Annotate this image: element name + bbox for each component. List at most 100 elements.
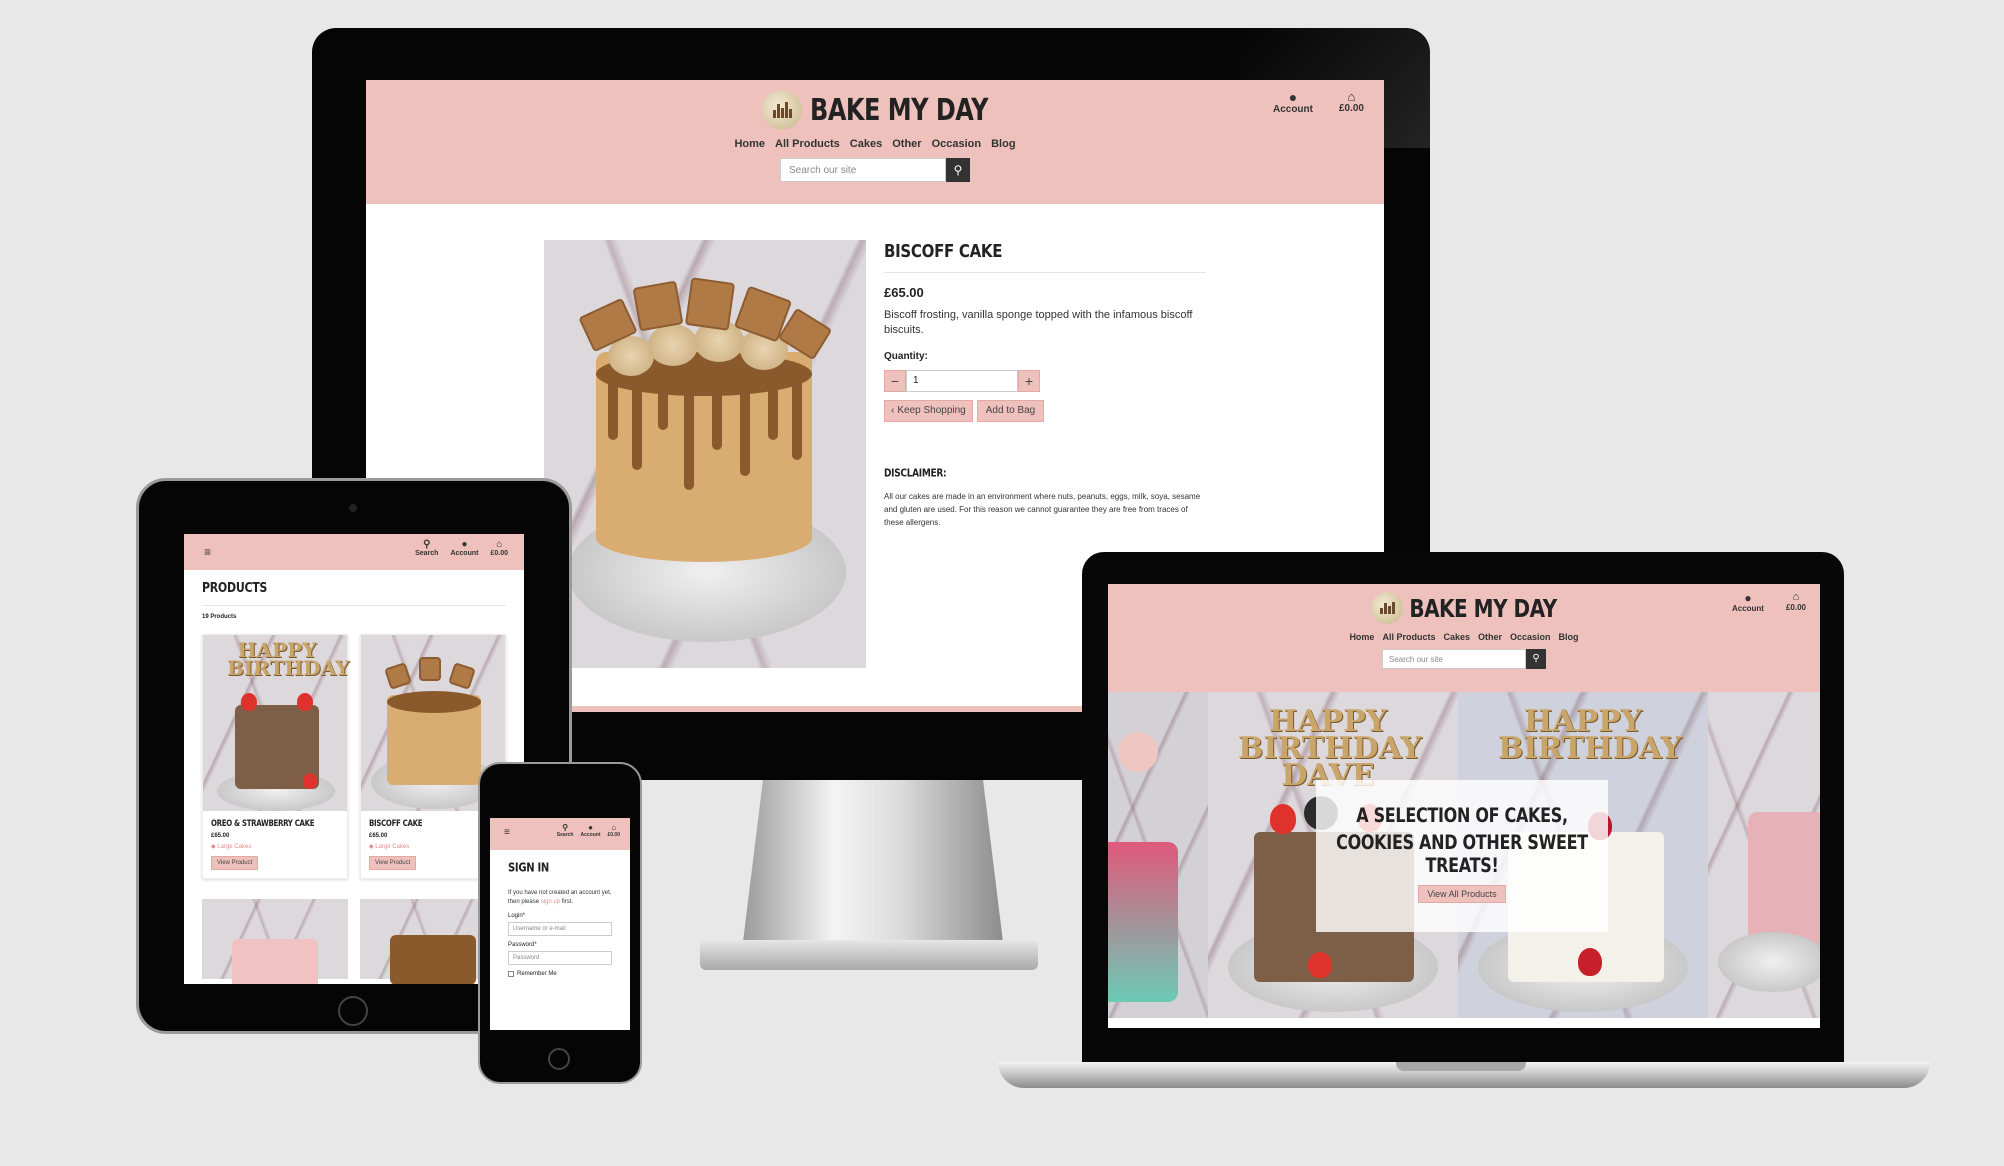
desktop-search: Search our site ⚲ xyxy=(366,158,1384,182)
decrement-button[interactable]: − xyxy=(884,369,906,392)
hamburger-icon[interactable]: ≡ xyxy=(504,828,510,838)
brand-name: BAKE MY DAY xyxy=(1409,593,1557,623)
user-icon: ● xyxy=(1744,591,1752,605)
view-product-button[interactable]: View Product xyxy=(369,856,417,870)
password-input[interactable]: Password xyxy=(508,951,612,965)
monitor-stand-neck xyxy=(742,780,1004,950)
account-link[interactable]: ● Account xyxy=(450,539,479,558)
search-link[interactable]: ⚲ Search xyxy=(415,539,439,558)
quantity-input[interactable]: 1 xyxy=(906,369,1018,392)
search-button[interactable]: ⚲ xyxy=(946,158,970,182)
disclaimer-title: DISCLAIMER: xyxy=(884,467,947,480)
tablet-camera xyxy=(349,504,357,512)
laptop-header-icons: ● Account ⌂ £0.00 xyxy=(1732,592,1806,614)
signin-intro: If you have not created an account yet, … xyxy=(508,889,612,907)
hamburger-icon[interactable]: ≡ xyxy=(204,546,211,558)
product-card-image xyxy=(202,899,348,984)
laptop-search: Search our site ⚲ xyxy=(1108,649,1820,669)
nav-home[interactable]: Home xyxy=(1349,632,1374,642)
product-description: Biscoff frosting, vanilla sponge topped … xyxy=(884,309,1193,337)
phone-header: ≡ ⚲ Search ● Account ⌂ £0.00 xyxy=(490,818,630,850)
nav-blog[interactable]: Blog xyxy=(1559,632,1579,642)
laptop-nav: Home All Products Cakes Other Occasion B… xyxy=(1108,632,1820,642)
laptop-header: BAKE MY DAY Home All Products Cakes Othe… xyxy=(1108,584,1820,692)
nav-home[interactable]: Home xyxy=(734,138,765,150)
bag-link[interactable]: ⌂ £0.00 xyxy=(1786,592,1806,613)
login-input[interactable]: Username or e-mail xyxy=(508,922,612,936)
remember-me[interactable]: Remember Me xyxy=(508,971,612,977)
user-icon: ● xyxy=(1288,89,1298,105)
signin-content: SIGN IN If you have not created an accou… xyxy=(490,850,630,989)
search-input[interactable]: Search our site xyxy=(780,158,946,182)
nav-blog[interactable]: Blog xyxy=(991,138,1015,150)
login-placeholder: Username or e-mail xyxy=(513,926,566,932)
signin-title: SIGN IN xyxy=(508,862,549,876)
nav-cakes[interactable]: Cakes xyxy=(850,138,882,150)
basket-icon: ⌂ xyxy=(496,539,503,550)
nav-all-products[interactable]: All Products xyxy=(775,138,840,150)
laptop-logo[interactable]: BAKE MY DAY xyxy=(1108,584,1820,624)
tablet-header-icons: ⚲ Search ● Account ⌂ £0.00 xyxy=(415,539,508,558)
basket-icon: ⌂ xyxy=(611,823,617,832)
phone-home-button[interactable] xyxy=(548,1048,570,1070)
logo-badge-icon xyxy=(1371,592,1404,624)
search-label: Search xyxy=(415,550,439,557)
phone-header-icons: ⚲ Search ● Account ⌂ £0.00 xyxy=(557,823,620,839)
view-all-products-button[interactable]: View All Products xyxy=(1418,885,1506,903)
keep-shopping-label: Keep Shopping xyxy=(897,405,966,417)
desktop-header-icons: ● Account ⌂ £0.00 xyxy=(1273,90,1364,115)
disclaimer-text: All our cakes are made in an environment… xyxy=(884,491,1201,528)
bag-link[interactable]: ⌂ £0.00 xyxy=(607,823,620,839)
bag-link[interactable]: ⌂ £0.00 xyxy=(490,539,508,558)
bag-total: £0.00 xyxy=(490,550,508,557)
tag-icon: ◆ xyxy=(211,844,216,850)
nav-occasion[interactable]: Occasion xyxy=(1510,632,1551,642)
add-to-bag-button[interactable]: Add to Bag xyxy=(976,399,1045,422)
nav-occasion[interactable]: Occasion xyxy=(932,138,982,150)
quantity-stepper[interactable]: − 1 + xyxy=(884,369,1206,392)
bag-link[interactable]: ⌂ £0.00 xyxy=(1339,90,1364,115)
products-title: PRODUCTS xyxy=(202,580,268,596)
product-title: BISCOFF CAKE xyxy=(884,240,1003,262)
keep-shopping-button[interactable]: ‹ Keep Shopping xyxy=(884,399,973,422)
quantity-label: Quantity: xyxy=(884,350,928,362)
desktop-header: BAKE MY DAY Home All Products Cakes Othe… xyxy=(366,80,1384,204)
product-card[interactable]: HAPPY BIRTHDAY OREO & STRAWBERRY CAKE £65… xyxy=(202,634,349,879)
hero-image-1 xyxy=(1108,692,1208,1018)
phone-screen: ≡ ⚲ Search ● Account ⌂ £0.00 SIGN IN If you… xyxy=(490,818,630,1030)
nav-other[interactable]: Other xyxy=(892,138,921,150)
search-button[interactable]: ⚲ xyxy=(1526,649,1546,669)
account-link[interactable]: ● Account xyxy=(1273,90,1313,115)
increment-button[interactable]: + xyxy=(1018,369,1040,392)
nav-other[interactable]: Other xyxy=(1478,632,1502,642)
search-link[interactable]: ⚲ Search xyxy=(557,824,574,839)
minus-glyph: − xyxy=(890,372,900,389)
nav-all-products[interactable]: All Products xyxy=(1382,632,1435,642)
remember-checkbox[interactable] xyxy=(508,971,514,977)
product-card-name: OREO & STRAWBERRY CAKE xyxy=(211,819,315,829)
product-image xyxy=(544,240,866,668)
view-product-button[interactable]: View Product xyxy=(211,856,259,870)
account-label: Account xyxy=(450,550,479,557)
signup-link[interactable]: sign up xyxy=(541,899,560,905)
product-card-price: £65.00 xyxy=(211,833,230,839)
product-grid-row-2 xyxy=(202,899,506,984)
tablet-home-button[interactable] xyxy=(338,996,368,1026)
category-label: Large Cakes xyxy=(375,844,410,850)
hero-image-4 xyxy=(1708,692,1820,1018)
account-link[interactable]: ● Account xyxy=(580,824,601,839)
search-input[interactable]: Search our site xyxy=(1382,649,1526,669)
user-icon: ● xyxy=(461,539,468,550)
search-icon: ⚲ xyxy=(423,539,431,550)
search-placeholder: Search our site xyxy=(1389,654,1443,664)
account-link[interactable]: ● Account xyxy=(1732,592,1764,613)
nav-cakes[interactable]: Cakes xyxy=(1443,632,1470,642)
login-label: Login* xyxy=(508,913,526,919)
view-all-products-label: View All Products xyxy=(1427,889,1497,899)
desktop-logo[interactable]: BAKE MY DAY xyxy=(366,80,1384,130)
chevron-left-icon: ‹ xyxy=(891,405,895,417)
tablet-header: ≡ ⚲ Search ● Account ⌂ £0.00 xyxy=(184,534,524,570)
product-card-category[interactable]: ◆ Large Cakes xyxy=(211,843,339,850)
account-label: Account xyxy=(580,832,601,838)
hero-topper-2: HAPPY BIRTHDAY xyxy=(1498,704,1682,766)
